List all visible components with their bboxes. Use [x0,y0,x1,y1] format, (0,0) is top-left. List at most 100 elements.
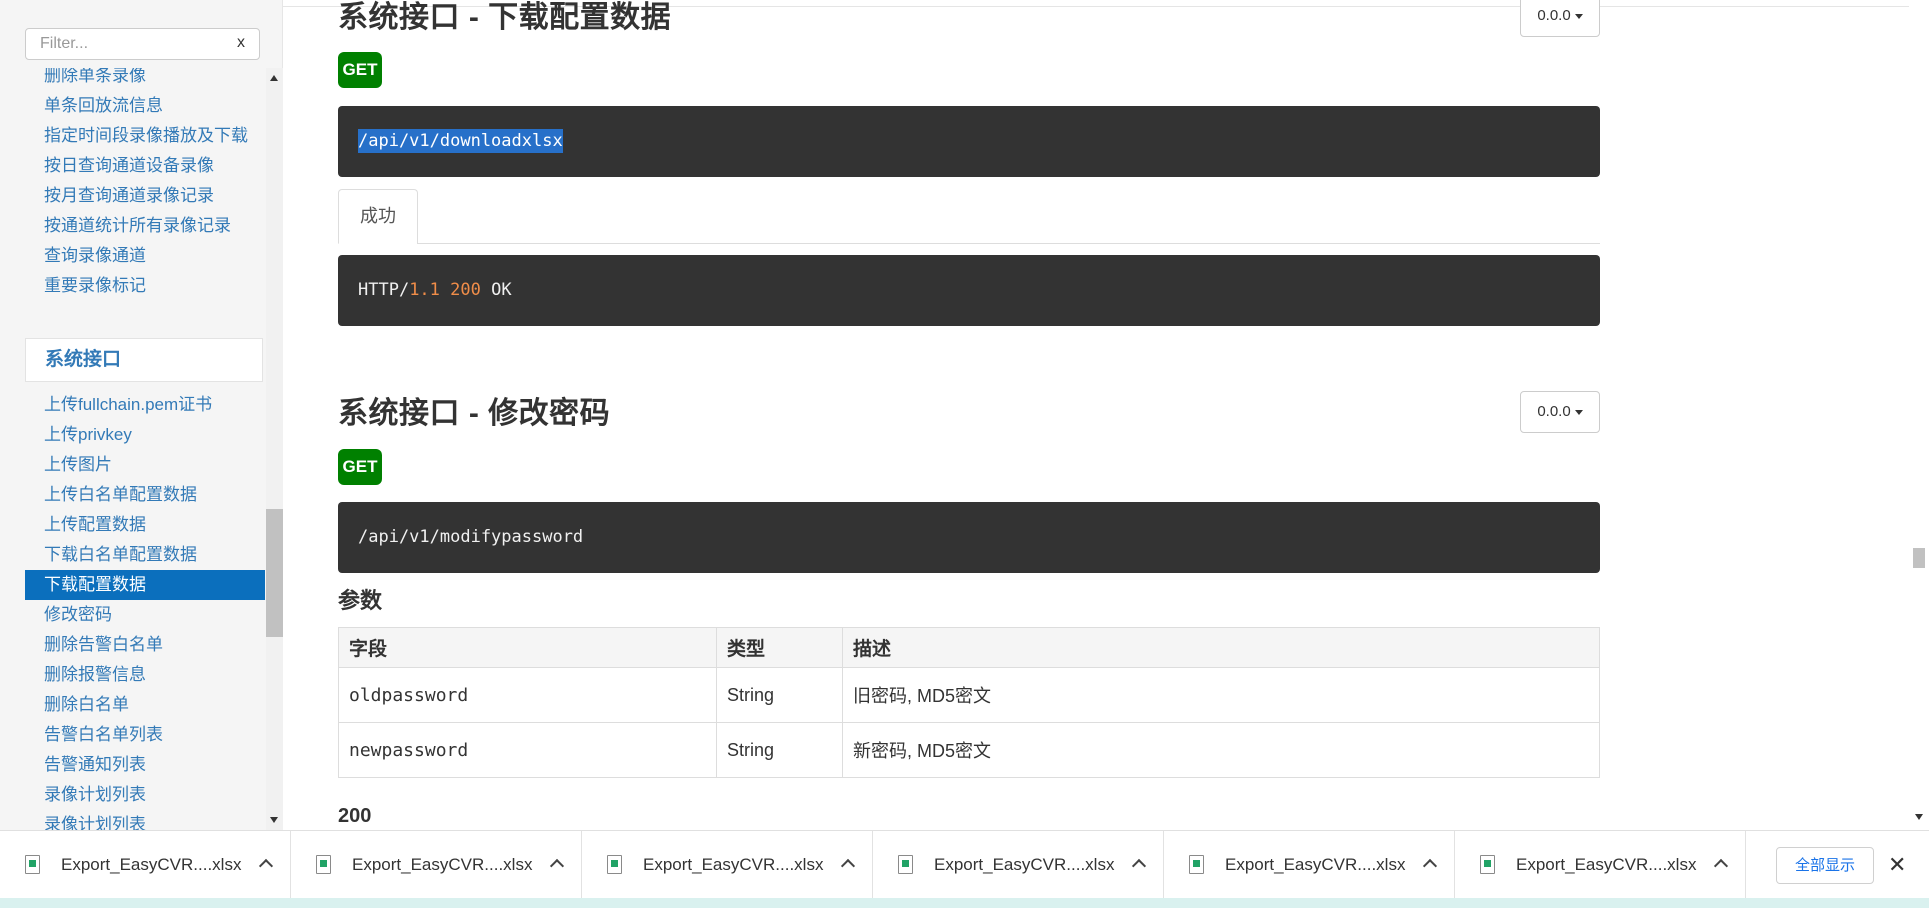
excel-file-icon [607,855,622,874]
version-label: 0.0.0 [1537,403,1571,420]
sidebar-item[interactable]: 上传配置数据 [25,510,265,540]
response-http-version: 1.1 [409,280,440,300]
sidebar-item[interactable]: 重要录像标记 [25,271,265,301]
download-item[interactable]: Export_EasyCVR....xlsx [1455,831,1746,899]
param-type: String [716,667,843,723]
scroll-up-icon[interactable] [270,75,278,81]
sidebar-item[interactable]: 修改密码 [25,600,265,630]
endpoint-path: /api/v1/modifypassword [358,527,584,547]
sidebar-item[interactable]: 告警白名单列表 [25,720,265,750]
excel-file-icon [1189,855,1204,874]
endpoint-path: /api/v1/downloadxlsx [358,129,563,153]
sidebar-item[interactable]: 上传白名单配置数据 [25,480,265,510]
show-all-button[interactable]: 全部显示 [1776,847,1874,884]
method-badge: GET [338,52,382,88]
sidebar-item[interactable]: 删除白名单 [25,690,265,720]
version-dropdown[interactable]: 0.0.0 [1520,0,1600,37]
section-title-modify-password: 系统接口 - 修改密码 [338,397,611,430]
table-header-row: 字段 类型 描述 [338,627,1600,668]
tab-success[interactable]: 成功 [338,189,418,244]
download-bar: Export_EasyCVR....xlsx Export_EasyCVR...… [0,830,1929,899]
taskbar-strip [0,898,1929,908]
sidebar: x 删除单条录像 单条回放流信息 指定时间段录像播放及下载 按日查询通道设备录像… [0,0,283,830]
sidebar-item[interactable]: 单条回放流信息 [25,91,265,121]
chevron-up-icon[interactable] [1713,858,1729,874]
param-desc: 旧密码, MD5密文 [842,667,1600,723]
excel-file-icon [316,855,331,874]
version-dropdown[interactable]: 0.0.0 [1520,391,1600,433]
chevron-up-icon[interactable] [840,858,856,874]
download-item[interactable]: Export_EasyCVR....xlsx [291,831,582,899]
param-field: newpassword [338,722,717,778]
sidebar-item[interactable]: 录像计划列表 [25,810,265,830]
scroll-down-icon[interactable] [1915,814,1923,820]
sidebar-item-active[interactable]: 下载配置数据 [25,570,265,600]
sidebar-scroll-thumb[interactable] [266,509,283,637]
close-icon[interactable]: ✕ [1888,850,1906,880]
scroll-down-icon[interactable] [270,817,278,823]
table-row: newpassword String 新密码, MD5密文 [338,722,1600,778]
download-item[interactable]: Export_EasyCVR....xlsx [873,831,1164,899]
response-code-block: HTTP/1.1 200 OK [338,255,1600,326]
params-table: 字段 类型 描述 oldpassword String 旧密码, MD5密文 n… [338,627,1600,778]
sidebar-nav: 删除单条录像 单条回放流信息 指定时间段录像播放及下载 按日查询通道设备录像 按… [0,68,265,830]
sidebar-item[interactable]: 下载白名单配置数据 [25,540,265,570]
download-filename: Export_EasyCVR....xlsx [934,855,1115,874]
excel-file-icon [1480,855,1495,874]
param-desc: 新密码, MD5密文 [842,722,1600,778]
caret-down-icon [1574,13,1583,19]
excel-file-icon [898,855,913,874]
tabs-divider [417,243,1600,244]
filter-box: x [25,28,260,60]
download-item[interactable]: Export_EasyCVR....xlsx [1164,831,1455,899]
endpoint-code-block: /api/v1/downloadxlsx [338,106,1600,177]
column-header: 类型 [716,627,843,668]
excel-file-icon [25,855,40,874]
response-protocol: HTTP/ [358,280,410,300]
sidebar-item[interactable]: 录像计划列表 [25,780,265,810]
version-label: 0.0.0 [1537,7,1571,24]
param-field: oldpassword [338,667,717,723]
table-row: oldpassword String 旧密码, MD5密文 [338,667,1600,723]
download-item[interactable]: Export_EasyCVR....xlsx [582,831,873,899]
download-item[interactable]: Export_EasyCVR....xlsx [0,831,291,899]
chevron-up-icon[interactable] [258,858,274,874]
endpoint-code-block: /api/v1/modifypassword [338,502,1600,573]
response-status: 200 [450,280,481,300]
sidebar-item[interactable]: 上传privkey [25,420,265,450]
sidebar-item[interactable]: 删除告警白名单 [25,630,265,660]
sidebar-item[interactable]: 删除单条录像 [25,68,265,91]
filter-input[interactable] [26,29,226,59]
sidebar-item[interactable]: 指定时间段录像播放及下载 [25,121,265,151]
main-content: 系统接口 - 下载配置数据 0.0.0 GET /api/v1/download… [283,0,1909,830]
chevron-up-icon[interactable] [1131,858,1147,874]
main-scrollbar[interactable] [1909,0,1929,830]
sidebar-item[interactable]: 按月查询通道录像记录 [25,181,265,211]
sidebar-scrollbar[interactable] [266,68,283,830]
download-filename: Export_EasyCVR....xlsx [643,855,824,874]
download-filename: Export_EasyCVR....xlsx [1516,855,1697,874]
nav-group-system: 上传fullchain.pem证书 上传privkey 上传图片 上传白名单配置… [0,390,265,830]
method-badge: GET [338,449,382,485]
main-scroll-thumb[interactable] [1913,548,1925,568]
section-title-download-config: 系统接口 - 下载配置数据 [338,1,672,34]
column-header: 描述 [842,627,1600,668]
sidebar-item[interactable]: 按日查询通道设备录像 [25,151,265,181]
response-status-text: OK [491,280,512,300]
sidebar-item[interactable]: 告警通知列表 [25,750,265,780]
param-type: String [716,722,843,778]
clear-filter-button[interactable]: x [237,34,245,52]
download-filename: Export_EasyCVR....xlsx [352,855,533,874]
chevron-up-icon[interactable] [549,858,565,874]
column-header: 字段 [338,627,717,668]
chevron-up-icon[interactable] [1422,858,1438,874]
download-filename: Export_EasyCVR....xlsx [1225,855,1406,874]
sidebar-item[interactable]: 查询录像通道 [25,241,265,271]
sidebar-item[interactable]: 按通道统计所有录像记录 [25,211,265,241]
sidebar-item[interactable]: 上传图片 [25,450,265,480]
sidebar-item[interactable]: 上传fullchain.pem证书 [25,390,265,420]
caret-down-icon [1574,409,1583,415]
download-filename: Export_EasyCVR....xlsx [61,855,242,874]
sidebar-item[interactable]: 删除报警信息 [25,660,265,690]
sidebar-section-system[interactable]: 系统接口 [25,338,263,382]
